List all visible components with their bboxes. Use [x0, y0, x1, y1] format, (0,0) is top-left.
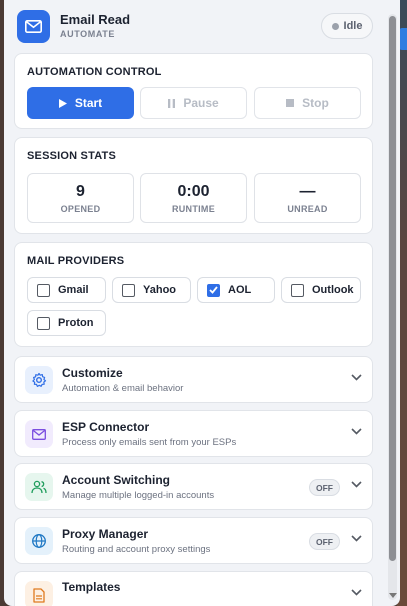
mail-providers-heading: MAIL PROVIDERS: [27, 255, 125, 267]
status-label: Idle: [343, 20, 363, 32]
chevron-down-icon[interactable]: [351, 535, 362, 542]
feature-description: Routing and account proxy settings: [62, 544, 211, 555]
stat-value: —: [299, 183, 316, 200]
scrollbar-thumb[interactable]: [389, 16, 396, 561]
document-icon: [25, 581, 53, 606]
play-icon: [58, 98, 67, 108]
scrollbar[interactable]: [388, 14, 397, 600]
provider-proton[interactable]: Proton: [27, 310, 106, 336]
automation-control-card: AUTOMATION CONTROL Start Pause Stop: [14, 53, 373, 129]
toggle-off-badge[interactable]: OFF: [309, 533, 340, 550]
pause-label: Pause: [183, 96, 219, 110]
header: Email Read AUTOMATE Idle: [17, 10, 373, 44]
checkbox[interactable]: [37, 283, 50, 297]
esp-connector-row[interactable]: ESP Connector Process only emails sent f…: [14, 410, 373, 457]
feature-title: Customize: [62, 366, 123, 380]
app-title: Email Read: [60, 12, 131, 27]
feature-description: Manage multiple logged-in accounts: [62, 490, 215, 501]
status-badge: Idle: [321, 13, 373, 39]
stat-unread: — UNREAD: [254, 173, 361, 223]
start-button[interactable]: Start: [27, 87, 134, 119]
chevron-down-icon[interactable]: [351, 589, 362, 596]
chevron-down-icon[interactable]: [351, 428, 362, 435]
checkbox-checked[interactable]: [207, 283, 220, 297]
provider-label: Yahoo: [143, 284, 177, 296]
feature-title: Proxy Manager: [62, 527, 149, 541]
feature-description: Automation & email behavior: [62, 383, 184, 394]
stop-label: Stop: [302, 96, 329, 110]
stop-button[interactable]: Stop: [254, 87, 361, 119]
checkbox[interactable]: [122, 283, 135, 297]
chevron-down-icon[interactable]: [351, 481, 362, 488]
customize-row[interactable]: Customize Automation & email behavior: [14, 356, 373, 403]
toggle-off-badge[interactable]: OFF: [309, 479, 340, 496]
mail-providers-card: MAIL PROVIDERS Gmail Yahoo AOL Outlook P…: [14, 242, 373, 347]
background-tab: [399, 28, 407, 50]
stat-label: UNREAD: [287, 204, 328, 214]
stat-label: RUNTIME: [171, 204, 216, 214]
checkbox[interactable]: [291, 283, 304, 297]
pause-icon: [168, 98, 176, 108]
app-subtitle: AUTOMATE: [60, 29, 115, 39]
start-label: Start: [74, 96, 103, 110]
feature-description: Process only emails sent from your ESPs: [62, 437, 237, 448]
envelope-icon: [17, 10, 50, 43]
mail-icon: [25, 420, 53, 448]
templates-row[interactable]: Templates: [14, 571, 373, 606]
scroll-down-arrow-icon[interactable]: [389, 593, 397, 598]
provider-label: Gmail: [58, 284, 89, 296]
provider-aol[interactable]: AOL: [197, 277, 275, 303]
feature-title: Account Switching: [62, 473, 170, 487]
automation-control-heading: AUTOMATION CONTROL: [27, 66, 162, 78]
stat-runtime: 0:00 RUNTIME: [140, 173, 247, 223]
provider-label: AOL: [228, 284, 252, 296]
extension-popup: Email Read AUTOMATE Idle AUTOMATION CONT…: [4, 0, 400, 606]
session-stats-card: SESSION STATS 9 OPENED 0:00 RUNTIME — UN…: [14, 137, 373, 234]
provider-gmail[interactable]: Gmail: [27, 277, 106, 303]
proxy-manager-row[interactable]: Proxy Manager Routing and account proxy …: [14, 517, 373, 564]
chevron-down-icon[interactable]: [351, 374, 362, 381]
status-dot: [331, 22, 339, 30]
provider-label: Proton: [58, 317, 94, 329]
pause-button[interactable]: Pause: [140, 87, 247, 119]
provider-outlook[interactable]: Outlook: [281, 277, 361, 303]
stat-opened: 9 OPENED: [27, 173, 134, 223]
provider-label: Outlook: [312, 284, 354, 296]
session-stats-heading: SESSION STATS: [27, 150, 116, 162]
feature-title: Templates: [62, 580, 121, 594]
stat-value: 9: [76, 183, 85, 200]
gear-icon: [25, 366, 53, 394]
checkbox[interactable]: [37, 316, 50, 330]
globe-icon: [25, 527, 53, 555]
stat-label: OPENED: [60, 204, 101, 214]
provider-yahoo[interactable]: Yahoo: [112, 277, 191, 303]
checkmark-icon: [209, 286, 218, 294]
popup-content: Email Read AUTOMATE Idle AUTOMATION CONT…: [4, 0, 384, 606]
account-switching-row[interactable]: Account Switching Manage multiple logged…: [14, 463, 373, 510]
users-icon: [25, 473, 53, 501]
stop-icon: [286, 99, 295, 107]
feature-title: ESP Connector: [62, 420, 150, 434]
stat-value: 0:00: [177, 183, 210, 200]
